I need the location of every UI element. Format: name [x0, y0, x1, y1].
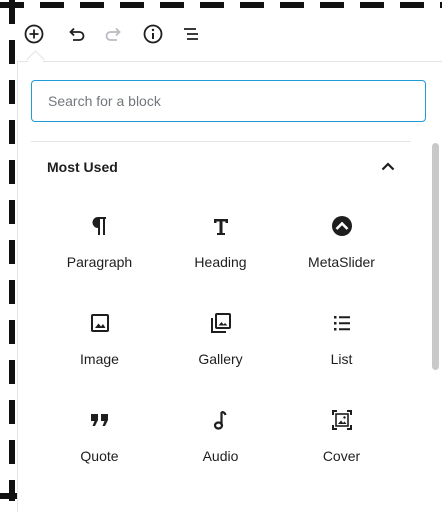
undo-icon — [69, 27, 85, 41]
undo-button[interactable] — [64, 22, 88, 46]
block-item-gallery[interactable]: Gallery — [160, 303, 281, 385]
cover-icon — [330, 408, 354, 432]
heading-icon — [209, 214, 233, 238]
block-item-paragraph[interactable]: Paragraph — [39, 206, 160, 288]
block-label: Quote — [80, 448, 119, 464]
audio-icon — [209, 408, 233, 432]
panel-scrollbar[interactable] — [432, 143, 439, 370]
block-item-image[interactable]: Image — [39, 303, 160, 385]
block-label: Image — [80, 351, 119, 367]
frame-left-border — [9, 0, 15, 501]
list-icon — [330, 311, 354, 335]
panel-title: Most Used — [47, 159, 118, 175]
info-button[interactable] — [141, 22, 165, 46]
redo-button[interactable] — [102, 22, 126, 46]
paragraph-icon — [88, 214, 112, 238]
block-label: Paragraph — [66, 254, 133, 270]
block-navigation-icon — [184, 28, 198, 40]
add-block-icon — [24, 24, 44, 44]
info-icon — [143, 24, 163, 44]
block-item-quote[interactable]: Quote — [39, 400, 160, 482]
block-item-list[interactable]: List — [281, 303, 402, 385]
block-label: List — [330, 351, 353, 367]
most-used-panel-header[interactable]: Most Used — [31, 148, 413, 186]
image-icon — [88, 311, 112, 335]
metaslider-icon — [330, 214, 354, 238]
block-item-heading[interactable]: Heading — [160, 206, 281, 288]
block-item-metaslider[interactable]: MetaSlider — [281, 206, 402, 288]
quote-icon — [88, 408, 112, 432]
block-search-input[interactable] — [31, 80, 426, 122]
block-item-audio[interactable]: Audio — [160, 400, 281, 482]
gallery-icon — [209, 311, 233, 335]
block-label: Heading — [194, 254, 247, 270]
add-block-button[interactable] — [22, 22, 46, 46]
block-item-cover[interactable]: Cover — [281, 400, 402, 482]
redo-icon — [105, 27, 121, 41]
block-label: MetaSlider — [308, 254, 375, 270]
frame-top-border — [0, 2, 442, 8]
block-label: Audio — [202, 448, 239, 464]
block-navigation-button[interactable] — [179, 22, 203, 46]
block-label: Cover — [322, 448, 361, 464]
chevron-up-icon[interactable] — [379, 158, 397, 176]
panel-divider — [31, 141, 411, 142]
block-label: Gallery — [198, 351, 243, 367]
